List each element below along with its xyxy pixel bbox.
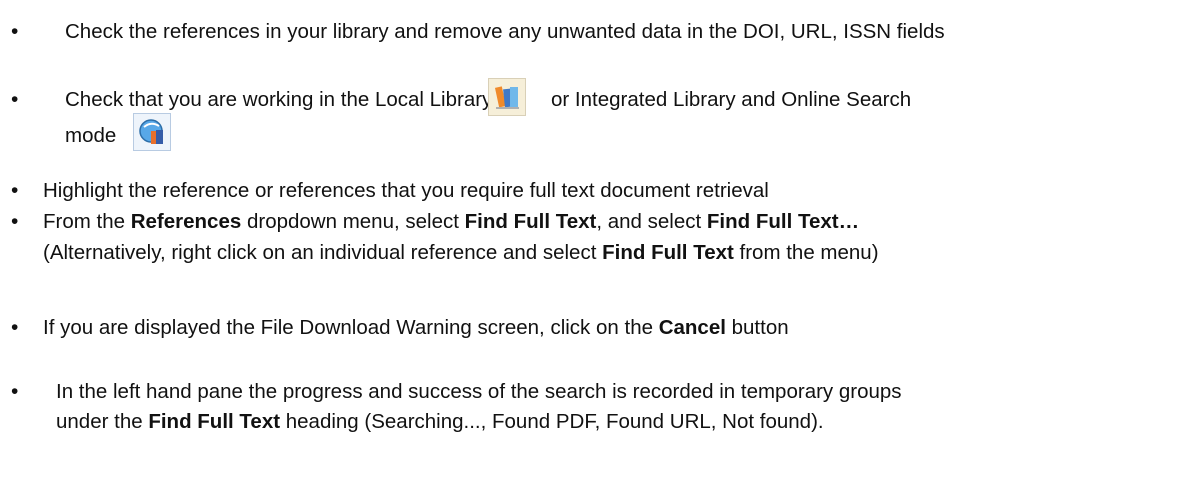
item-3-text: Highlight the reference or references th…	[43, 179, 769, 202]
item-5-text: If you are displayed the File Download W…	[43, 316, 789, 339]
item-1-text: Check the references in your library and…	[65, 20, 945, 43]
bullet: •	[11, 316, 19, 339]
bullet: •	[11, 380, 19, 403]
bullet: •	[11, 179, 19, 202]
item-6-line-1: In the left hand pane the progress and s…	[56, 380, 902, 403]
bullet: •	[11, 20, 19, 43]
item-6-line-2: under the Find Full Text heading (Search…	[56, 410, 824, 433]
item-2-text-c: mode	[65, 124, 117, 147]
item-4-line-2: (Alternatively, right click on an indivi…	[43, 241, 879, 264]
local-library-icon	[488, 78, 526, 116]
item-2-text-a: Check that you are working in the Local …	[65, 88, 493, 111]
bullet: •	[11, 210, 19, 233]
item-2-text-b: or Integrated Library and Online Search	[551, 88, 912, 111]
bullet: •	[11, 88, 19, 111]
item-4-line-1: From the References dropdown menu, selec…	[43, 210, 860, 233]
online-search-icon	[133, 113, 171, 151]
